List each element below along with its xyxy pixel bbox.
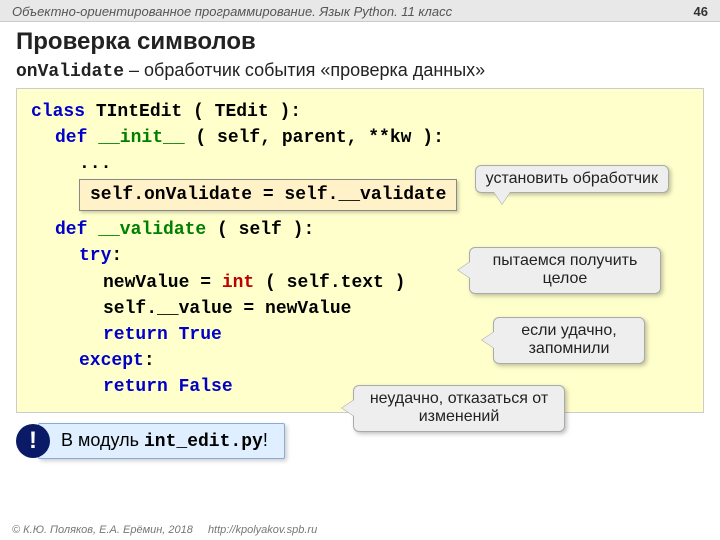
page-number: 46 — [694, 4, 708, 19]
callout-fail: неудачно, отказаться от изменений — [353, 385, 565, 432]
callout-success: если удачно, запомнили — [493, 317, 645, 364]
callout-try-int: пытаемся получить целое — [469, 247, 661, 294]
callout-set-handler: установить обработчик — [475, 165, 669, 193]
subtitle-text: – обработчик события «проверка данных» — [124, 60, 485, 80]
note-box: В модуль int_edit.py! — [38, 423, 285, 459]
subtitle: onValidate – обработчик события «проверк… — [0, 60, 720, 88]
exclamation-icon: ! — [16, 424, 50, 458]
code-line: def __init__ ( self, parent, **kw ): — [31, 125, 689, 151]
subtitle-code: onValidate — [16, 62, 124, 82]
page-title: Проверка символов — [0, 22, 720, 60]
code-line: def __validate ( self ): — [31, 217, 689, 243]
slide-header: Объектно-ориентированное программировани… — [0, 0, 720, 22]
code-line: class TIntEdit ( TEdit ): — [31, 99, 689, 125]
highlighted-assignment: self.onValidate = self.__validate — [79, 179, 457, 211]
footer-link[interactable]: http://kpolyakov.spb.ru — [208, 524, 317, 536]
copyright: © К.Ю. Поляков, Е.А. Ерёмин, 2018 — [12, 524, 193, 536]
code-block: class TIntEdit ( TEdit ): def __init__ (… — [16, 88, 704, 413]
breadcrumb: Объектно-ориентированное программировани… — [12, 4, 452, 19]
footer: © К.Ю. Поляков, Е.А. Ерёмин, 2018 http:/… — [12, 524, 317, 536]
